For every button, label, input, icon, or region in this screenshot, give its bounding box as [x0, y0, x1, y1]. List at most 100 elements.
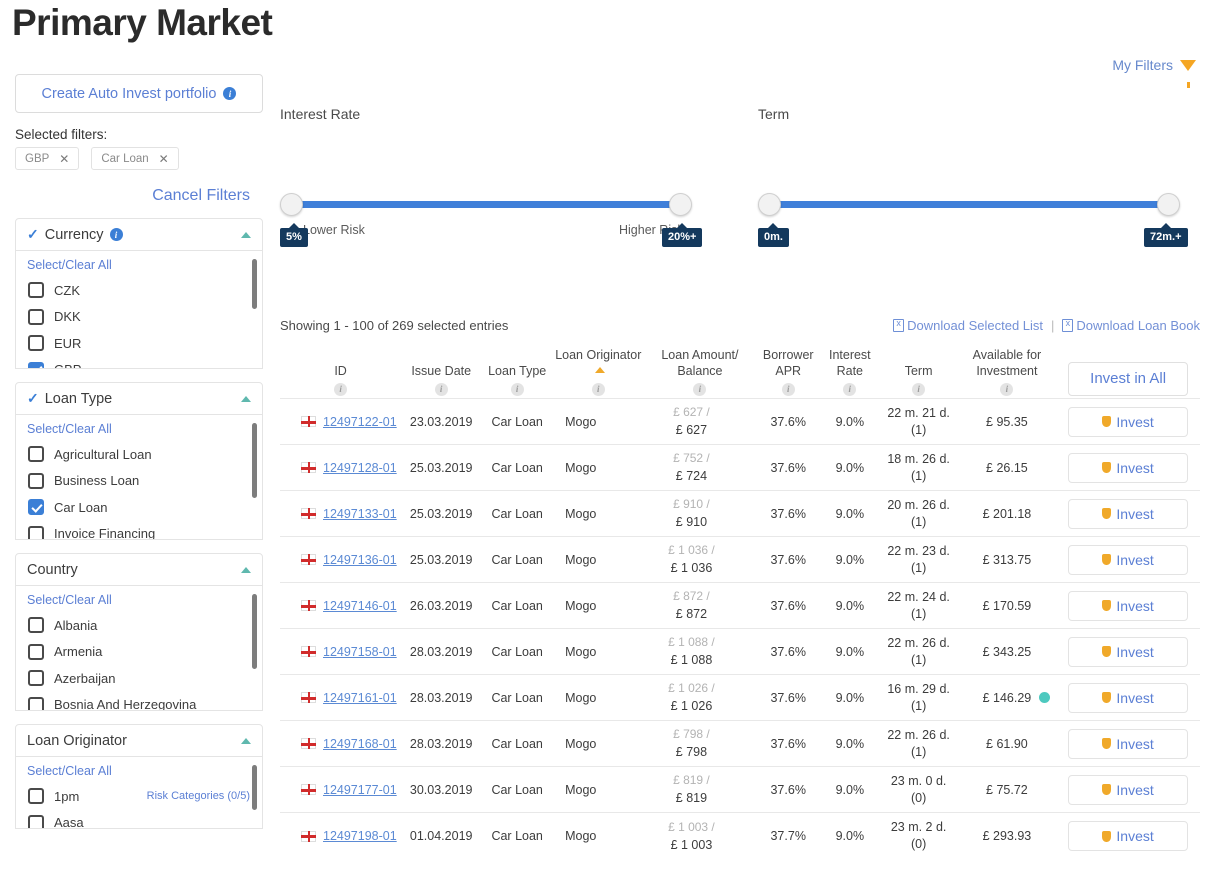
column-header-id[interactable]: ID i — [280, 347, 401, 399]
table-row[interactable]: 12497128-01 25.03.2019 Car Loan Mogo £ 7… — [280, 444, 1200, 491]
slider-track[interactable] — [768, 201, 1170, 208]
checkbox[interactable] — [28, 361, 44, 368]
table-row[interactable]: 12497136-01 25.03.2019 Car Loan Mogo £ 1… — [280, 536, 1200, 583]
caret-up-icon[interactable] — [241, 231, 251, 238]
scrollbar-thumb[interactable] — [252, 765, 257, 810]
risk-categories-link[interactable]: Risk Categories (0/5) — [147, 790, 250, 802]
invest-in-all-button[interactable]: Invest in All — [1068, 362, 1189, 397]
checkbox[interactable] — [28, 525, 44, 539]
filter-option-dkk[interactable]: DKK — [16, 304, 262, 331]
loan-id-link[interactable]: 12497136-01 — [323, 553, 397, 567]
info-icon[interactable]: i — [843, 383, 857, 397]
filter-option-armenia[interactable]: Armenia — [16, 639, 262, 666]
checkbox[interactable] — [28, 335, 44, 352]
filter-option-car-loan[interactable]: Car Loan — [16, 494, 262, 521]
close-icon[interactable]: ✕ — [59, 152, 69, 166]
table-row[interactable]: 12497146-01 26.03.2019 Car Loan Mogo £ 8… — [280, 582, 1200, 629]
invest-button[interactable]: Invest — [1068, 728, 1189, 759]
info-icon[interactable]: i — [109, 228, 123, 241]
filter-option-gbp[interactable]: GBP — [16, 357, 262, 368]
table-row[interactable]: 12497133-01 25.03.2019 Car Loan Mogo £ 9… — [280, 490, 1200, 537]
select-clear-all-link[interactable]: Select/Clear All — [27, 422, 262, 436]
select-clear-all-link[interactable]: Select/Clear All — [27, 764, 262, 778]
filter-option-czk[interactable]: CZK — [16, 277, 262, 304]
close-icon[interactable]: ✕ — [159, 152, 169, 166]
table-row[interactable]: 12497198-01 01.04.2019 Car Loan Mogo £ 1… — [280, 812, 1200, 859]
download-loan-book-link[interactable]: Download Loan Book — [1062, 318, 1200, 333]
caret-up-icon[interactable] — [241, 737, 251, 744]
info-icon[interactable]: i — [591, 383, 605, 397]
checkbox[interactable] — [28, 670, 44, 687]
column-header-issue-date[interactable]: Issue Date i — [401, 347, 481, 399]
invest-button[interactable]: Invest — [1068, 452, 1189, 483]
sort-ascending-icon[interactable] — [595, 366, 606, 373]
slider-knob-max[interactable] — [1157, 193, 1180, 216]
invest-button[interactable]: Invest — [1068, 682, 1189, 713]
slider-knob-min[interactable] — [280, 193, 303, 216]
invest-button[interactable]: Invest — [1068, 406, 1189, 437]
filter-option-azerbaijan[interactable]: Azerbaijan — [16, 665, 262, 692]
column-header-loan-amount-balance[interactable]: Loan Amount/ Balance i — [643, 347, 756, 399]
filter-option-invoice-financing[interactable]: Invoice Financing — [16, 521, 262, 539]
info-icon[interactable]: i — [1000, 383, 1014, 397]
filter-chip-currency[interactable]: GBP ✕ — [15, 147, 80, 170]
checkbox[interactable] — [28, 499, 44, 516]
loan-id-link[interactable]: 12497161-01 — [323, 691, 397, 705]
invest-button[interactable]: Invest — [1068, 590, 1189, 621]
invest-button[interactable]: Invest — [1068, 821, 1189, 851]
caret-up-icon[interactable] — [241, 395, 251, 402]
my-filters-button[interactable]: My Filters — [1112, 57, 1196, 88]
loan-id-link[interactable]: 12497198-01 — [323, 829, 397, 843]
column-header-term[interactable]: Term i — [880, 347, 958, 399]
filter-option-business-loan[interactable]: Business Loan — [16, 468, 262, 495]
invest-button[interactable]: Invest — [1068, 498, 1189, 529]
checkbox[interactable] — [28, 788, 44, 805]
create-auto-invest-portfolio-button[interactable]: Create Auto Invest portfolio i — [15, 74, 263, 113]
checkbox[interactable] — [28, 617, 44, 634]
column-header-available-for-investment[interactable]: Available for Investment i — [958, 347, 1057, 399]
filter-option-aasa[interactable]: Aasa — [16, 810, 262, 828]
column-header-interest-rate[interactable]: Interest Rate i — [820, 347, 880, 399]
filter-chip-loan-type[interactable]: Car Loan ✕ — [91, 147, 179, 170]
table-row[interactable]: 12497161-01 28.03.2019 Car Loan Mogo £ 1… — [280, 674, 1200, 721]
filter-section-currency-header[interactable]: ✓ Currency i — [15, 218, 263, 251]
loan-id-link[interactable]: 12497122-01 — [323, 415, 397, 429]
info-icon[interactable]: i — [912, 383, 926, 397]
select-clear-all-link[interactable]: Select/Clear All — [27, 258, 262, 272]
invest-button[interactable]: Invest — [1068, 774, 1189, 805]
scrollbar-thumb[interactable] — [252, 594, 257, 669]
column-header-borrower-apr[interactable]: Borrower APR i — [756, 347, 820, 399]
loan-id-link[interactable]: 12497146-01 — [323, 599, 397, 613]
checkbox[interactable] — [28, 282, 44, 299]
checkbox[interactable] — [28, 814, 44, 828]
caret-up-icon[interactable] — [241, 566, 251, 573]
table-row[interactable]: 12497122-01 23.03.2019 Car Loan Mogo £ 6… — [280, 398, 1200, 445]
table-row[interactable]: 12497177-01 30.03.2019 Car Loan Mogo £ 8… — [280, 766, 1200, 813]
table-row[interactable]: 12497158-01 28.03.2019 Car Loan Mogo £ 1… — [280, 628, 1200, 675]
filter-option-albania[interactable]: Albania — [16, 612, 262, 639]
info-icon[interactable]: i — [223, 87, 237, 100]
table-row[interactable]: 12497168-01 28.03.2019 Car Loan Mogo £ 7… — [280, 720, 1200, 767]
slider-knob-min[interactable] — [758, 193, 781, 216]
scrollbar-thumb[interactable] — [252, 259, 257, 309]
checkbox[interactable] — [28, 308, 44, 325]
info-icon[interactable]: i — [434, 383, 448, 397]
column-header-loan-type[interactable]: Loan Type i — [481, 347, 553, 399]
loan-id-link[interactable]: 12497128-01 — [323, 461, 397, 475]
checkbox[interactable] — [28, 446, 44, 463]
info-icon[interactable]: i — [334, 383, 348, 397]
info-icon[interactable]: i — [781, 383, 795, 397]
cancel-filters-link[interactable]: Cancel Filters — [0, 187, 250, 205]
invest-button[interactable]: Invest — [1068, 636, 1189, 667]
filter-option-bosnia-and-herzegovina[interactable]: Bosnia And Herzegovina — [16, 692, 262, 710]
filter-option-eur[interactable]: EUR — [16, 330, 262, 357]
loan-id-link[interactable]: 12497177-01 — [323, 783, 397, 797]
checkbox[interactable] — [28, 696, 44, 710]
scrollbar-thumb[interactable] — [252, 423, 257, 498]
filter-section-loan-originator-header[interactable]: Loan Originator — [15, 724, 263, 757]
select-clear-all-link[interactable]: Select/Clear All — [27, 593, 262, 607]
checkbox[interactable] — [28, 643, 44, 660]
column-header-loan-originator[interactable]: Loan Originator i — [553, 347, 643, 399]
filter-section-country-header[interactable]: Country — [15, 553, 263, 586]
loan-id-link[interactable]: 12497158-01 — [323, 645, 397, 659]
